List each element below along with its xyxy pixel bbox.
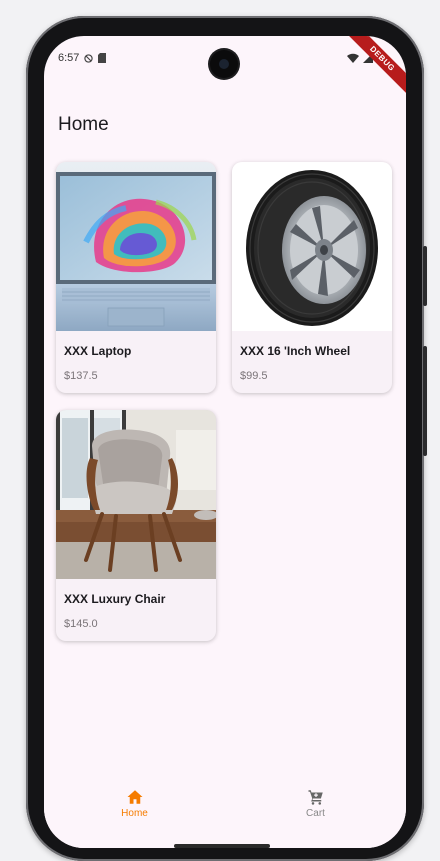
page-title: Home (58, 114, 109, 135)
bottom-navigation: Home Cart (44, 770, 406, 848)
product-price: $99.5 (240, 370, 268, 382)
product-card-wheel[interactable]: XXX 16 'Inch Wheel $99.5 (232, 162, 392, 393)
product-name: XXX Luxury Chair (64, 592, 166, 606)
app-screen: 6:57 DEBUG Home XXX Laptop $137.5 XXX 16… (44, 36, 406, 848)
product-card-laptop[interactable]: XXX Laptop $137.5 (56, 162, 216, 393)
do-not-disturb-icon (84, 53, 94, 63)
product-name: XXX Laptop (64, 344, 132, 358)
cart-icon (308, 790, 323, 805)
product-price: $137.5 (64, 370, 98, 382)
product-price: $145.0 (64, 618, 98, 630)
product-name: XXX 16 'Inch Wheel (240, 344, 351, 358)
product-grid: XXX Laptop $137.5 XXX 16 'Inch Wheel $99… (56, 162, 394, 641)
product-image-laptop (56, 162, 216, 331)
product-image-chair (56, 410, 216, 579)
nav-item-home[interactable]: Home (90, 788, 180, 848)
front-camera (210, 50, 238, 78)
phone-frame: 6:57 DEBUG Home XXX Laptop $137.5 XXX 16… (26, 16, 427, 861)
volume-button (423, 346, 427, 456)
home-indicator[interactable] (174, 844, 270, 848)
status-left: 6:57 (58, 52, 107, 64)
nav-item-cart[interactable]: Cart (271, 788, 361, 848)
wifi-icon (347, 53, 359, 63)
product-card-chair[interactable]: XXX Luxury Chair $145.0 (56, 410, 216, 641)
nav-label-cart: Cart (306, 808, 325, 819)
status-time: 6:57 (58, 52, 80, 64)
nav-label-home: Home (121, 808, 148, 819)
product-image-wheel (232, 162, 392, 331)
home-icon (127, 790, 142, 804)
power-button (423, 246, 427, 306)
sim-card-icon (98, 53, 107, 63)
